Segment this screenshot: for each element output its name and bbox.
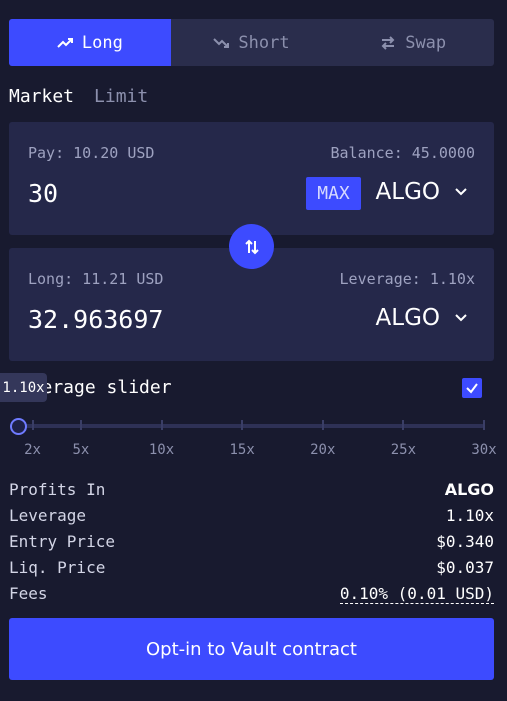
info-value: ALGO [444, 480, 494, 499]
info-liq-price: Liq. Price $0.037 [9, 558, 494, 577]
long-token-label: ALGO [375, 305, 440, 331]
leverage-slider-thumb[interactable] [10, 418, 27, 435]
info-entry-price: Entry Price $0.340 [9, 532, 494, 551]
tab-short-label: Short [238, 32, 290, 53]
slider-tick [402, 420, 405, 430]
trend-up-icon [57, 37, 73, 48]
leverage-tooltip: 1.10x [0, 373, 47, 402]
slider-tick-label: 2x [24, 442, 41, 458]
leverage-label: Leverage: 1.10x [339, 270, 475, 288]
tab-long-label: Long [81, 32, 123, 53]
info-label: Entry Price [9, 532, 115, 551]
pay-token-selector[interactable]: ALGO [376, 179, 468, 205]
info-value: $0.340 [436, 532, 494, 551]
leverage-slider-track[interactable] [18, 424, 484, 428]
tab-long[interactable]: Long [9, 19, 171, 66]
check-icon [466, 383, 478, 394]
info-label: Liq. Price [9, 558, 106, 577]
chevron-down-icon [455, 314, 467, 322]
max-button[interactable]: MAX [306, 177, 361, 210]
pay-label: Pay: 10.20 USD [28, 144, 155, 162]
slider-tick-label: 10x [148, 442, 175, 458]
slider-tick [160, 420, 163, 430]
pay-token-label: ALGO [375, 179, 440, 205]
slider-tick [483, 420, 485, 430]
swap-arrows-icon [381, 35, 395, 50]
slider-tick [241, 420, 244, 430]
order-type-limit[interactable]: Limit [94, 86, 148, 107]
slider-tick-label: 5x [72, 442, 90, 458]
opt-in-vault-button[interactable]: Opt-in to Vault contract [9, 618, 494, 680]
info-leverage: Leverage 1.10x [9, 506, 494, 525]
info-value: $0.037 [436, 558, 494, 577]
info-label: Profits In [9, 480, 106, 499]
order-type-market[interactable]: Market [9, 86, 74, 107]
slider-tick-label: 20x [310, 442, 336, 458]
info-label: Leverage [9, 506, 87, 525]
swap-vertical-icon [244, 239, 259, 254]
info-profits-in: Profits In ALGO [9, 480, 494, 499]
pay-panel: Pay: 10.20 USD Balance: 45.0000 30 MAX A… [9, 122, 494, 235]
info-label: Fees [9, 584, 48, 603]
slider-tick-label: 25x [390, 442, 417, 458]
tab-swap[interactable]: Swap [332, 19, 494, 66]
long-label: Long: 11.21 USD [28, 270, 164, 288]
chevron-down-icon [455, 188, 467, 196]
slider-tick [321, 420, 324, 430]
pay-amount-input[interactable]: 30 [28, 179, 58, 208]
position-tabs: Long Short Swap [9, 19, 494, 66]
slider-tick [79, 420, 82, 430]
fees-value[interactable]: 0.10% (0.01 USD) [339, 584, 494, 604]
info-fees: Fees 0.10% (0.01 USD) [9, 584, 494, 604]
long-token-selector[interactable]: ALGO [376, 305, 468, 331]
slider-tick-label: 30x [471, 442, 497, 458]
balance-label: Balance: 45.0000 [330, 144, 476, 162]
slider-tick-label: 15x [229, 442, 255, 458]
tab-swap-label: Swap [405, 32, 447, 53]
trend-down-icon [213, 37, 230, 48]
long-amount-input[interactable]: 32.963697 [28, 305, 163, 334]
order-type-tabs: Market Limit [9, 86, 148, 107]
swap-direction-button[interactable] [229, 224, 274, 269]
tab-short[interactable]: Short [171, 19, 333, 66]
info-value: 1.10x [445, 506, 494, 525]
leverage-slider-checkbox[interactable] [462, 378, 482, 398]
slider-tick [31, 420, 34, 430]
